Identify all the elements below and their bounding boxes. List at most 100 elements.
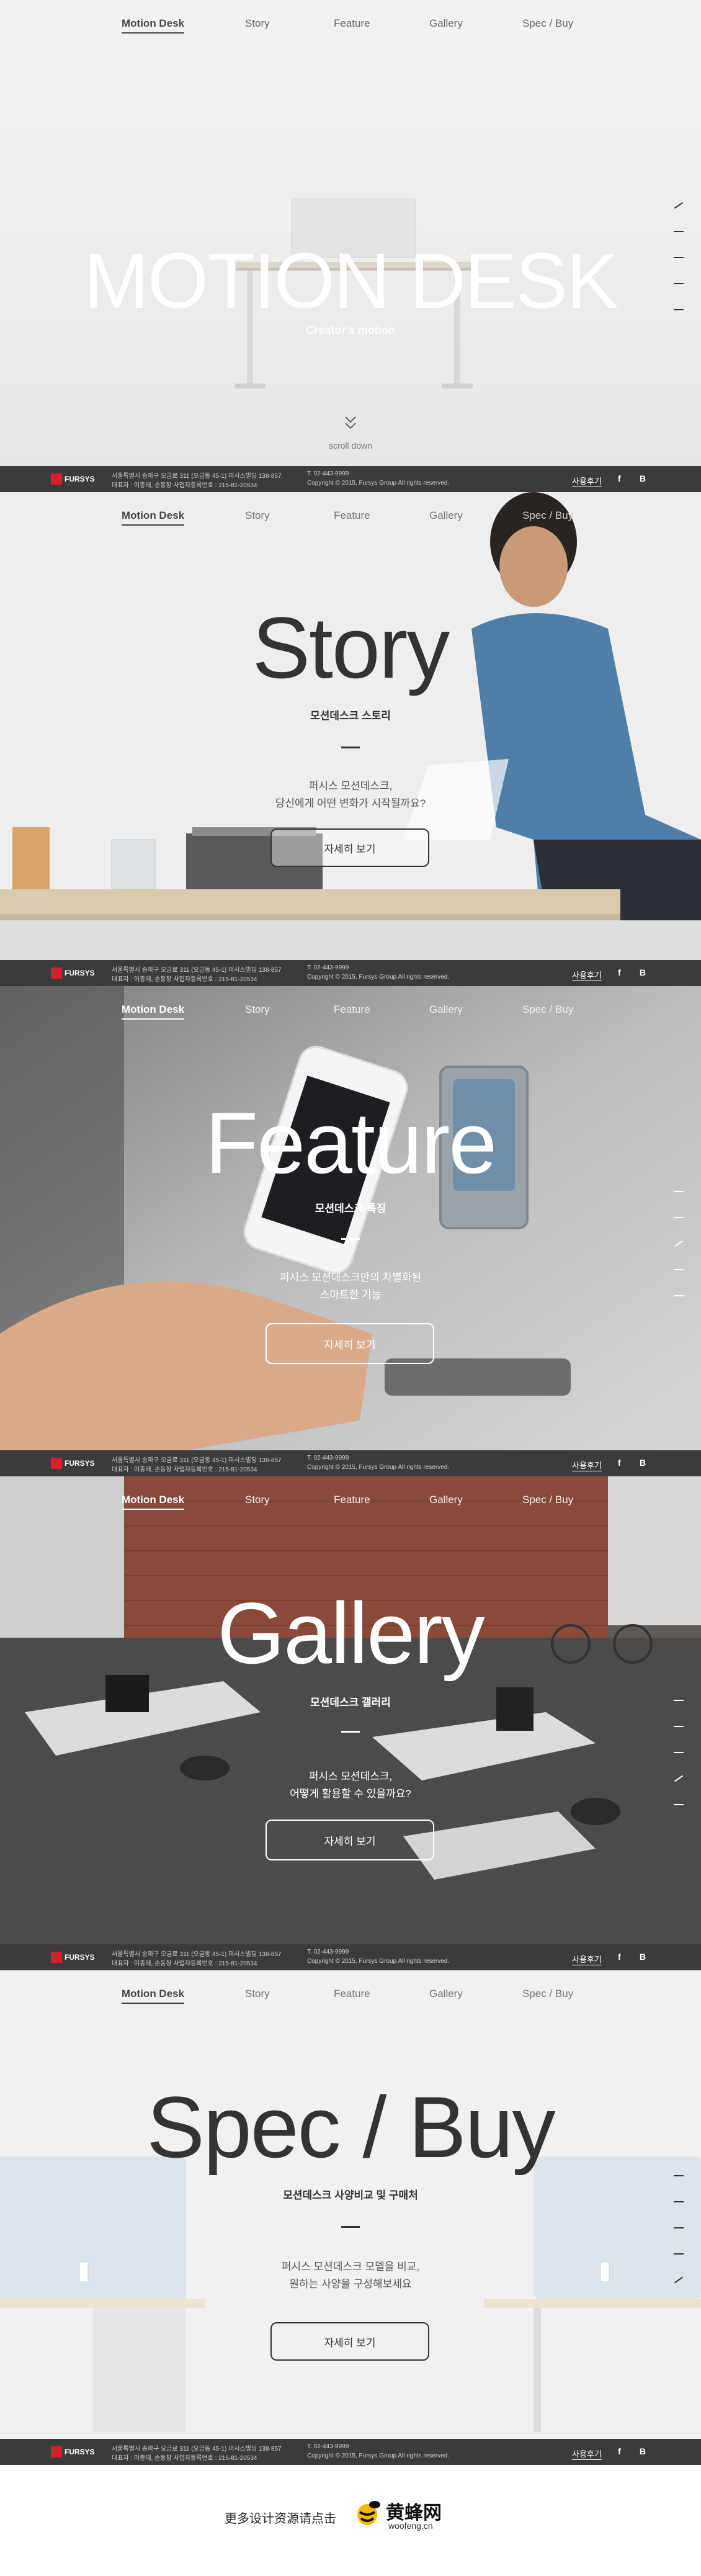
footer-address: 서울특별시 송파구 오금로 311 (오금동 45-1) 퍼시스빌딩 138-8… bbox=[112, 1951, 282, 1958]
indicator-dot-5[interactable] bbox=[674, 1295, 684, 1296]
facebook-icon[interactable]: f bbox=[618, 1952, 621, 1962]
spec-title: Spec / Buy bbox=[146, 2078, 555, 2176]
review-link[interactable]: 사용후기 bbox=[572, 969, 602, 981]
fursys-logo: FURSYS bbox=[65, 969, 95, 977]
spec-detail-button[interactable]: 자세히 보기 bbox=[270, 2322, 429, 2361]
indicator-dot-1[interactable] bbox=[674, 202, 684, 209]
indicator-dot-2[interactable] bbox=[674, 1726, 684, 1727]
hero-section: Motion Desk Story Feature Gallery Spec /… bbox=[0, 0, 701, 494]
indicator-dot-1[interactable] bbox=[674, 2175, 684, 2176]
indicator-dot-5[interactable] bbox=[674, 1804, 684, 1805]
footer: FURSYS 서울특별시 송파구 오금로 311 (오금동 45-1) 퍼시스빌… bbox=[0, 1450, 701, 1476]
nav-feature[interactable]: Feature bbox=[334, 1494, 370, 1506]
review-link[interactable]: 사용후기 bbox=[572, 475, 602, 487]
watermark-text[interactable]: 更多设计资源请点击 bbox=[225, 2508, 336, 2526]
fursys-logo-icon bbox=[51, 967, 62, 979]
nav-motion-desk[interactable]: Motion Desk bbox=[122, 509, 185, 526]
footer-copyright: Copyright © 2015, Fursys Group All right… bbox=[307, 480, 450, 487]
footer-tel: T. 02-443-9999 bbox=[307, 964, 349, 971]
nav-spec-buy[interactable]: Spec / Buy bbox=[522, 509, 573, 522]
indicator-dot-4[interactable] bbox=[674, 1775, 684, 1782]
nav-gallery[interactable]: Gallery bbox=[429, 1988, 463, 2000]
facebook-icon[interactable]: f bbox=[618, 473, 621, 483]
nav-story[interactable]: Story bbox=[245, 509, 270, 522]
nav-feature[interactable]: Feature bbox=[334, 1003, 370, 1016]
page-root: Motion Desk Story Feature Gallery Spec /… bbox=[0, 0, 701, 2576]
top-nav: Motion Desk Story Feature Gallery Spec /… bbox=[0, 17, 701, 37]
review-link[interactable]: 사용후기 bbox=[572, 1953, 602, 1965]
nav-feature[interactable]: Feature bbox=[334, 509, 370, 522]
story-subtitle: 모션데스크 스토리 bbox=[310, 710, 391, 722]
nav-gallery[interactable]: Gallery bbox=[429, 509, 463, 522]
feature-section: Motion Desk Story Feature Gallery Spec /… bbox=[0, 986, 701, 1450]
footer-ceo: 대표자 : 이종태, 손동창 사업자등록번호 : 215-81-20534 bbox=[112, 482, 257, 489]
nav-story[interactable]: Story bbox=[245, 1003, 270, 1016]
nav-motion-desk[interactable]: Motion Desk bbox=[122, 1988, 185, 2004]
blog-icon[interactable]: B bbox=[640, 473, 646, 483]
feature-detail-button[interactable]: 자세히 보기 bbox=[266, 1323, 434, 1364]
nav-gallery[interactable]: Gallery bbox=[429, 1003, 463, 1016]
footer-ceo: 대표자 : 이종태, 손동창 사업자등록번호 : 215-81-20534 bbox=[112, 2455, 257, 2462]
facebook-icon[interactable]: f bbox=[618, 967, 621, 977]
footer: FURSYS 서울특별시 송파구 오금로 311 (오금동 45-1) 퍼시스빌… bbox=[0, 466, 701, 492]
blog-icon[interactable]: B bbox=[640, 1458, 646, 1468]
nav-gallery[interactable]: Gallery bbox=[429, 1494, 463, 1506]
nav-feature[interactable]: Feature bbox=[334, 17, 370, 30]
indicator-dot-2[interactable] bbox=[674, 1217, 684, 1218]
divider bbox=[341, 747, 360, 748]
hero-subtitle: Creator's motion bbox=[306, 324, 395, 336]
story-detail-button[interactable]: 자세히 보기 bbox=[270, 828, 429, 867]
review-link[interactable]: 사용후기 bbox=[572, 2448, 602, 2460]
indicator-dot-2[interactable] bbox=[674, 231, 684, 232]
nav-motion-desk[interactable]: Motion Desk bbox=[122, 1003, 185, 1020]
footer-ceo: 대표자 : 이종태, 손동창 사업자등록번호 : 215-81-20534 bbox=[112, 1466, 257, 1473]
nav-motion-desk[interactable]: Motion Desk bbox=[122, 1494, 185, 1510]
section-indicator bbox=[674, 1700, 685, 1830]
facebook-icon[interactable]: f bbox=[618, 1458, 621, 1468]
story-section: Motion Desk Story Feature Gallery Spec /… bbox=[0, 492, 701, 986]
indicator-dot-4[interactable] bbox=[674, 283, 684, 284]
indicator-dot-4[interactable] bbox=[674, 2253, 684, 2255]
hero-title: MOTION DESK bbox=[83, 237, 618, 325]
indicator-dot-1[interactable] bbox=[674, 1700, 684, 1701]
spec-desc-line-2: 원하는 사양을 구성해보세요 bbox=[289, 2278, 412, 2290]
review-link[interactable]: 사용후기 bbox=[572, 1459, 602, 1471]
brand-name-en[interactable]: woofeng.cn bbox=[388, 2521, 433, 2531]
gallery-desc-line-1: 퍼시스 모션데스크, bbox=[308, 1770, 393, 1782]
nav-spec-buy[interactable]: Spec / Buy bbox=[522, 17, 573, 30]
indicator-dot-2[interactable] bbox=[674, 2201, 684, 2202]
scroll-down-icon[interactable] bbox=[343, 415, 358, 433]
indicator-dot-5[interactable] bbox=[674, 309, 684, 310]
indicator-dot-3[interactable] bbox=[674, 1240, 684, 1247]
indicator-dot-5[interactable] bbox=[674, 2276, 684, 2284]
footer-tel: T. 02-443-9999 bbox=[307, 1949, 349, 1955]
indicator-dot-3[interactable] bbox=[674, 257, 684, 258]
nav-feature[interactable]: Feature bbox=[334, 1988, 370, 2000]
indicator-dot-4[interactable] bbox=[674, 1269, 684, 1270]
nav-spec-buy[interactable]: Spec / Buy bbox=[522, 1494, 573, 1506]
top-nav: Motion Desk Story Feature Gallery Spec /… bbox=[0, 1988, 701, 2008]
gallery-title: Gallery bbox=[217, 1584, 484, 1682]
indicator-dot-1[interactable] bbox=[674, 1191, 684, 1192]
nav-motion-desk[interactable]: Motion Desk bbox=[122, 17, 185, 34]
spec-desc-line-1: 퍼시스 모션데스크 모델을 비교, bbox=[281, 2261, 420, 2273]
fursys-logo-icon bbox=[51, 1458, 62, 1469]
blog-icon[interactable]: B bbox=[640, 967, 646, 977]
nav-gallery[interactable]: Gallery bbox=[429, 17, 463, 30]
nav-spec-buy[interactable]: Spec / Buy bbox=[522, 1003, 573, 1016]
scroll-down-label[interactable]: scroll down bbox=[0, 441, 701, 451]
nav-story[interactable]: Story bbox=[245, 1988, 270, 2000]
nav-story[interactable]: Story bbox=[245, 17, 270, 30]
nav-story[interactable]: Story bbox=[245, 1494, 270, 1506]
fursys-logo-icon bbox=[51, 1952, 62, 1963]
facebook-icon[interactable]: f bbox=[618, 2446, 621, 2456]
indicator-dot-3[interactable] bbox=[674, 1752, 684, 1753]
fursys-logo: FURSYS bbox=[65, 475, 95, 483]
nav-spec-buy[interactable]: Spec / Buy bbox=[522, 1988, 573, 2000]
blog-icon[interactable]: B bbox=[640, 1952, 646, 1962]
gallery-detail-button[interactable]: 자세히 보기 bbox=[266, 1820, 434, 1860]
footer-copyright: Copyright © 2015, Fursys Group All right… bbox=[307, 974, 450, 981]
blog-icon[interactable]: B bbox=[640, 2446, 646, 2456]
indicator-dot-3[interactable] bbox=[674, 2227, 684, 2228]
watermark-bar: 更多设计资源请点击 黄蜂网 woofeng.cn bbox=[0, 2470, 701, 2576]
